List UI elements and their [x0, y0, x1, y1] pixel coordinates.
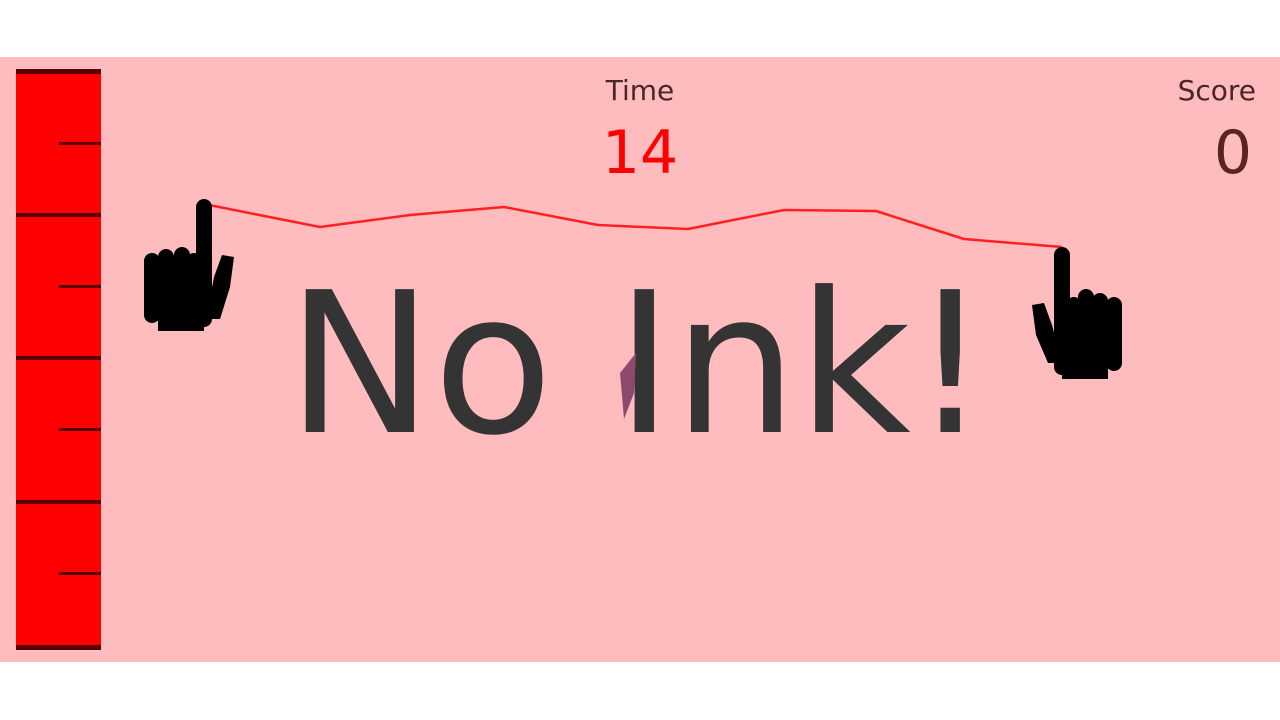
- ink-line: [203, 202, 1063, 249]
- no-ink-message: No Ink!: [287, 251, 990, 479]
- play-field[interactable]: No Ink!: [0, 57, 1280, 662]
- right-pointing-hand-icon: [1032, 247, 1122, 379]
- game-stage[interactable]: Time 14 Score 0 No Ink!: [0, 57, 1280, 662]
- left-pointing-hand-icon: [144, 199, 234, 331]
